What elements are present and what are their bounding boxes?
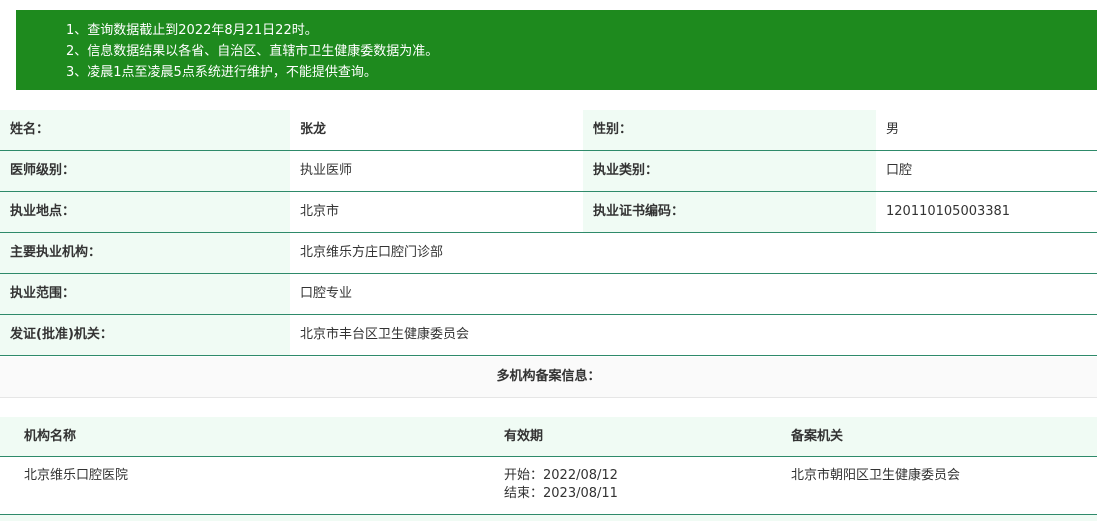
level-value: 执业医师 [300, 163, 353, 178]
name-value: 张龙 [300, 122, 327, 137]
location-label: 执业地点： [0, 192, 290, 232]
header-org-name: 机构名称 [24, 429, 77, 444]
category-value: 口腔 [886, 163, 913, 178]
table-row: 北京维乐口腔医院 开始：2022/08/12 结束：2023/08/11 北京市… [0, 457, 1097, 515]
location-value: 北京市 [300, 204, 340, 219]
info-row-scope: 执业范围： 口腔专业 [0, 274, 1097, 315]
header-validity: 有效期 [504, 429, 544, 444]
info-row-location: 执业地点： 北京市 执业证书编码： 120110105003381 [0, 192, 1097, 233]
name-label: 姓名： [0, 110, 290, 150]
doctor-info-table: 姓名： 张龙 性别： 男 医师级别： 执业医师 执业类别： 口腔 执业地点： 北… [0, 110, 1097, 356]
issuer-label: 发证(批准)机关： [0, 315, 290, 355]
multi-org-table: 机构名称 有效期 备案机关 北京维乐口腔医院 开始：2022/08/12 结束：… [0, 417, 1097, 515]
level-label: 医师级别： [0, 151, 290, 191]
info-row-org: 主要执业机构： 北京维乐方庄口腔门诊部 [0, 233, 1097, 274]
org-value: 北京维乐方庄口腔门诊部 [300, 245, 444, 260]
notice-line-3: 3、凌晨1点至凌晨5点系统进行维护，不能提供查询。 [66, 65, 377, 80]
row-start-date: 开始：2022/08/12 [504, 468, 618, 483]
info-row-issuer: 发证(批准)机关： 北京市丰台区卫生健康委员会 [0, 315, 1097, 356]
row-end-date: 结束：2023/08/11 [504, 486, 618, 501]
gender-label: 性别： [583, 110, 876, 150]
notice-banner: 1、查询数据截止到2022年8月21日22时。 2、信息数据结果以各省、自治区、… [16, 10, 1097, 90]
row-authority: 北京市朝阳区卫生健康委员会 [791, 468, 961, 483]
notice-line-2: 2、信息数据结果以各省、自治区、直辖市卫生健康委数据为准。 [66, 44, 439, 59]
notice-line-1: 1、查询数据截止到2022年8月21日22时。 [66, 23, 318, 38]
header-authority: 备案机关 [791, 429, 844, 444]
cert-value: 120110105003381 [886, 204, 1011, 219]
scope-label: 执业范围： [0, 274, 290, 314]
gender-value: 男 [886, 122, 900, 137]
bottom-strip [0, 515, 1097, 521]
issuer-value: 北京市丰台区卫生健康委员会 [300, 327, 470, 342]
row-validity: 开始：2022/08/12 结束：2023/08/11 [480, 467, 767, 514]
cert-label: 执业证书编码： [583, 192, 876, 232]
scope-value: 口腔专业 [300, 286, 353, 301]
category-label: 执业类别： [583, 151, 876, 191]
org-label: 主要执业机构： [0, 233, 290, 273]
info-row-name: 姓名： 张龙 性别： 男 [0, 110, 1097, 151]
row-org-name: 北京维乐口腔医院 [24, 468, 129, 483]
multi-org-title: 多机构备案信息： [0, 357, 1097, 398]
org-table-header: 机构名称 有效期 备案机关 [0, 417, 1097, 457]
info-row-level: 医师级别： 执业医师 执业类别： 口腔 [0, 151, 1097, 192]
